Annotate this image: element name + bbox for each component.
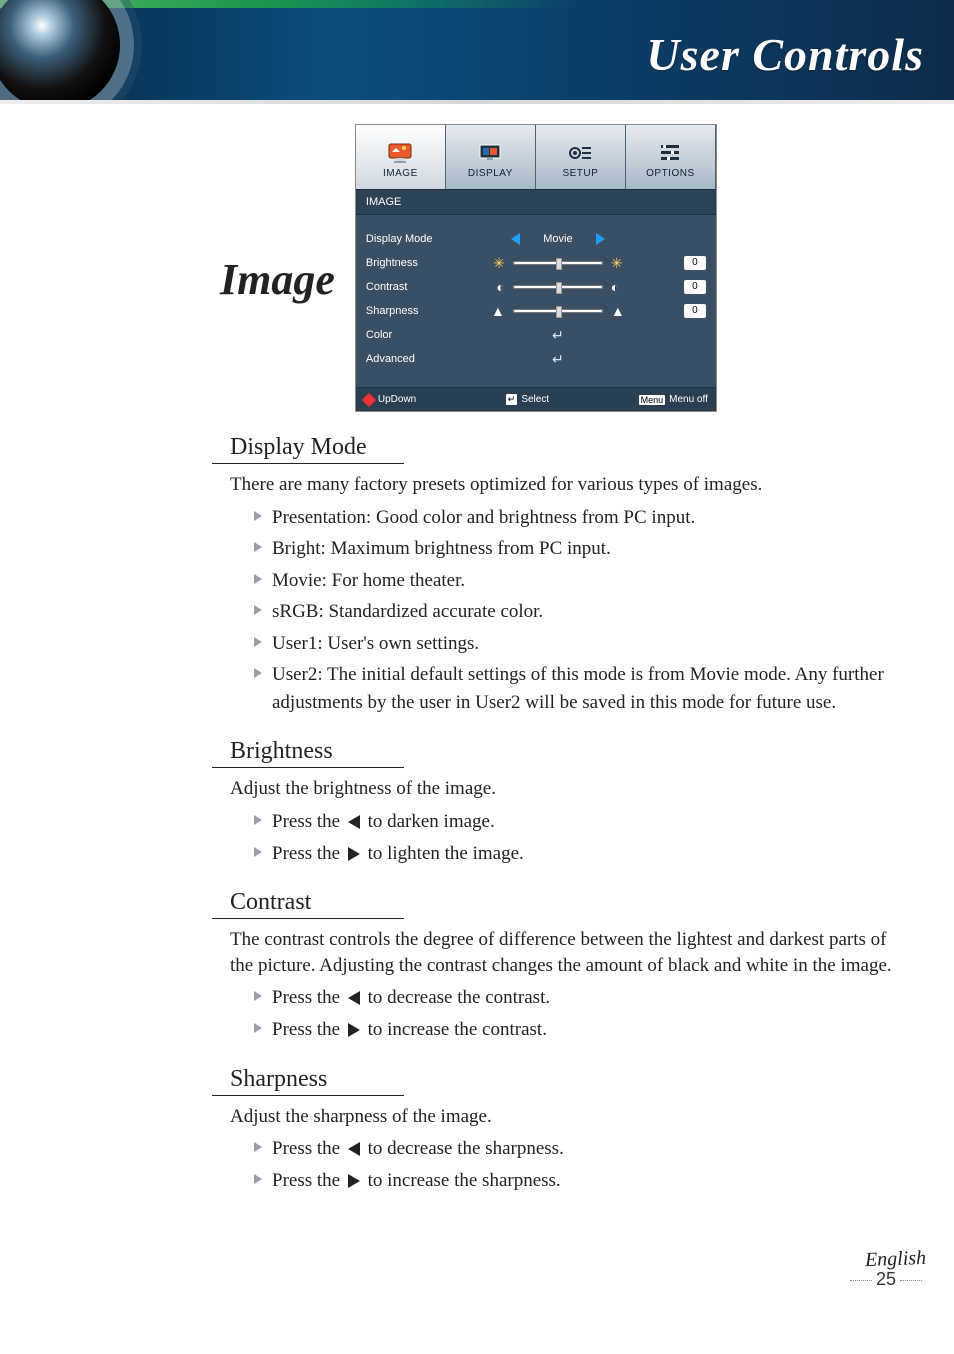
osd-tab-strip: IMAGE DISPLAY SETUP <box>356 125 716 189</box>
header-banner: User Controls <box>0 0 954 100</box>
osd-panel: IMAGE DISPLAY SETUP <box>355 124 717 412</box>
page-number: 25 <box>0 1269 926 1290</box>
image-tab-icon <box>386 142 414 164</box>
list-item: Bright: Maximum brightness from PC input… <box>254 535 894 563</box>
right-arrow-icon <box>348 847 360 861</box>
list-item: Press the to lighten the image. <box>254 840 894 868</box>
osd-tab-options[interactable]: OPTIONS <box>626 125 716 189</box>
list-item: Press the to increase the contrast. <box>254 1016 894 1044</box>
enter-chip-icon: ↵ <box>506 394 518 405</box>
menu-chip-icon: Menu <box>639 395 666 405</box>
footer-language: English <box>864 1247 926 1272</box>
osd-tab-setup[interactable]: SETUP <box>536 125 626 189</box>
display-mode-list: Presentation: Good color and brightness … <box>230 504 894 717</box>
list-item: Movie: For home theater. <box>254 567 894 595</box>
lens-graphic <box>0 0 120 100</box>
osd-footer: UpDown ↵Select MenuMenu off <box>356 387 716 411</box>
arrow-right-icon[interactable] <box>596 233 605 245</box>
brightness-value: 0 <box>684 256 706 270</box>
section-sharpness: Sharpness Adjust the sharpness of the im… <box>230 1066 894 1195</box>
list-item: Press the to darken image. <box>254 808 894 836</box>
osd-row-label: Color <box>366 329 458 341</box>
osd-tab-label: DISPLAY <box>468 168 513 179</box>
display-mode-value: Movie <box>528 233 588 245</box>
right-arrow-icon <box>348 1174 360 1188</box>
sharpness-value: 0 <box>684 304 706 318</box>
left-arrow-icon <box>348 991 360 1005</box>
section-contrast: Contrast The contrast controls the degre… <box>230 889 894 1043</box>
osd-tab-display[interactable]: DISPLAY <box>446 125 536 189</box>
footer-select: Select <box>521 394 549 405</box>
section-intro: There are many factory presets optimized… <box>230 472 894 498</box>
sharpness-high-icon: ▲ <box>611 303 625 319</box>
section-brightness: Brightness Adjust the brightness of the … <box>230 738 894 867</box>
osd-tab-label: SETUP <box>562 168 598 179</box>
section-heading: Contrast <box>212 889 404 919</box>
osd-row-contrast[interactable]: Contrast ◐ ◐ 0 <box>366 275 706 299</box>
list-item: User1: User's own settings. <box>254 630 894 658</box>
osd-subheading: IMAGE <box>356 189 716 215</box>
section-intro: The contrast controls the degree of diff… <box>230 927 894 978</box>
enter-icon: ↵ <box>552 351 564 368</box>
osd-tab-label: IMAGE <box>383 168 418 179</box>
page-footer: English 25 <box>0 1238 954 1310</box>
osd-row-label: Sharpness <box>366 305 458 317</box>
contrast-high-icon: ◐ <box>611 279 619 295</box>
sharpness-low-icon: ▲ <box>491 303 505 319</box>
section-heading: Brightness <box>212 738 404 768</box>
header-separator <box>0 100 954 104</box>
list-item: Press the to increase the sharpness. <box>254 1167 894 1195</box>
section-intro: Adjust the brightness of the image. <box>230 776 894 802</box>
updown-icon <box>362 392 376 406</box>
osd-body: Display Mode Movie Brightness ✳ ✳ <box>356 215 716 387</box>
page-title: User Controls <box>646 28 924 81</box>
arrow-left-icon[interactable] <box>511 233 520 245</box>
list-item: Presentation: Good color and brightness … <box>254 504 894 532</box>
contrast-low-icon: ◐ <box>496 279 504 295</box>
osd-row-display-mode[interactable]: Display Mode Movie <box>366 227 706 251</box>
right-arrow-icon <box>348 1023 360 1037</box>
osd-row-label: Contrast <box>366 281 458 293</box>
brightness-slider[interactable] <box>513 261 603 265</box>
list-item: sRGB: Standardized accurate color. <box>254 598 894 626</box>
sharpness-slider[interactable] <box>513 309 603 313</box>
display-tab-icon <box>476 142 504 164</box>
section-name: Image <box>220 254 335 305</box>
left-arrow-icon <box>348 1142 360 1156</box>
list-item: Press the to decrease the contrast. <box>254 984 894 1012</box>
list-item: Press the to decrease the sharpness. <box>254 1135 894 1163</box>
osd-row-label: Brightness <box>366 257 458 269</box>
osd-row-label: Advanced <box>366 353 458 365</box>
setup-tab-icon <box>566 142 594 164</box>
enter-icon: ↵ <box>552 327 564 344</box>
section-heading: Display Mode <box>212 434 404 464</box>
osd-tab-label: OPTIONS <box>646 168 695 179</box>
osd-row-label: Display Mode <box>366 233 458 245</box>
brightness-low-icon: ✳ <box>493 255 505 272</box>
contrast-value: 0 <box>684 280 706 294</box>
osd-row-color[interactable]: Color ↵ <box>366 323 706 347</box>
options-tab-icon <box>656 142 684 164</box>
list-item: User2: The initial default settings of t… <box>254 661 894 716</box>
section-heading: Sharpness <box>212 1066 404 1096</box>
left-arrow-icon <box>348 815 360 829</box>
section-display-mode: Display Mode There are many factory pres… <box>230 434 894 716</box>
osd-row-sharpness[interactable]: Sharpness ▲ ▲ 0 <box>366 299 706 323</box>
contrast-slider[interactable] <box>513 285 603 289</box>
osd-row-brightness[interactable]: Brightness ✳ ✳ 0 <box>366 251 706 275</box>
brightness-high-icon: ✳ <box>611 255 623 272</box>
osd-row-advanced[interactable]: Advanced ↵ <box>366 347 706 371</box>
section-intro: Adjust the sharpness of the image. <box>230 1104 894 1130</box>
footer-menuoff: Menu off <box>669 394 708 405</box>
osd-tab-image[interactable]: IMAGE <box>356 125 446 189</box>
footer-updown: UpDown <box>378 394 416 405</box>
